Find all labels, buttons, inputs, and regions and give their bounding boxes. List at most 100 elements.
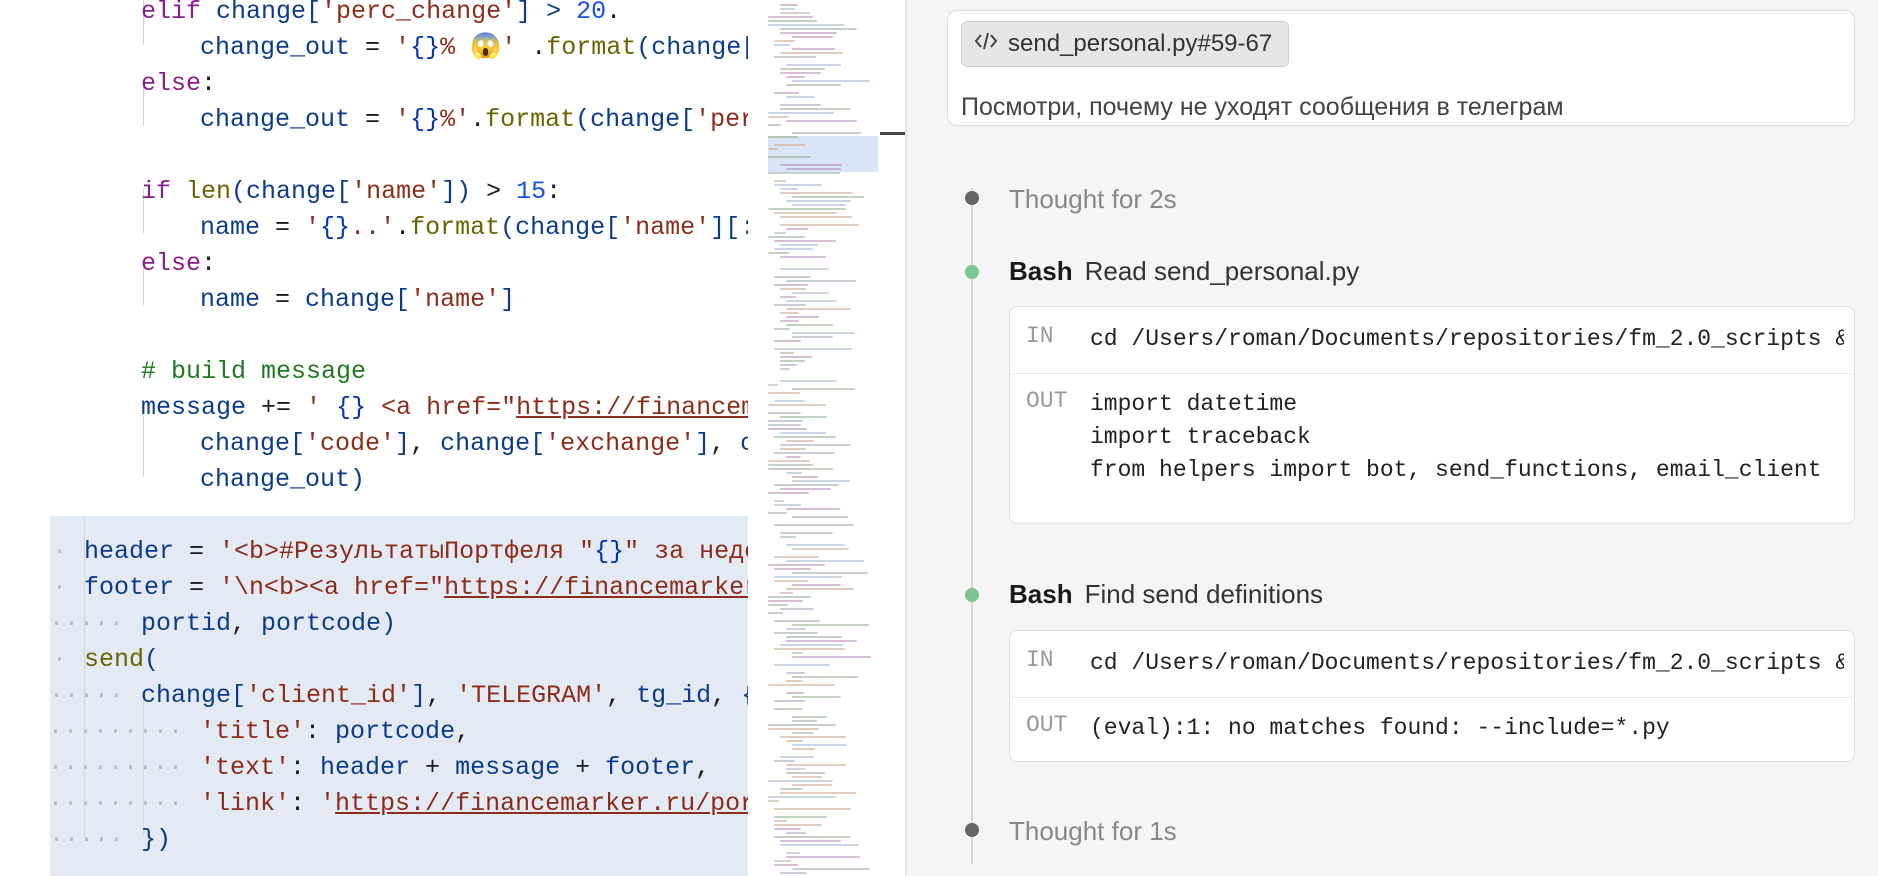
code-line[interactable]: change_out): [200, 462, 365, 498]
minimap-line: [780, 52, 844, 54]
tool-io-card: IN cd /Users/roman/Documents/repositorie…: [1009, 306, 1855, 524]
minimap-line: [786, 316, 820, 318]
code-token: format: [485, 105, 576, 134]
minimap-line: [768, 124, 781, 126]
scroll-position-marker: [880, 132, 906, 135]
minimap-line: [774, 400, 805, 402]
code-line[interactable]: # build message: [141, 354, 366, 390]
code-token: [: [605, 213, 621, 242]
code-line[interactable]: change['code'], change['exchange'], chan…: [200, 426, 760, 462]
code-token: :: [546, 177, 562, 206]
code-line[interactable]: · footer = '\n<b><a href="https://financ…: [52, 570, 760, 606]
code-token: }): [141, 825, 172, 854]
code-token: =: [350, 105, 396, 134]
minimap-line: [780, 32, 838, 34]
code-line[interactable]: ········· 'link': 'https://financemarker…: [48, 786, 760, 822]
code-line[interactable]: ········· 'text': header + message + foo…: [48, 750, 711, 786]
code-token: footer: [605, 753, 696, 782]
minimap-line: [780, 380, 837, 382]
code-line[interactable]: · send(: [52, 642, 159, 678]
minimap-line: [786, 440, 814, 442]
chat-panel: send_personal.py#59-67 Посмотри, почему …: [907, 0, 1878, 876]
code-line[interactable]: ····· change['client_id'], 'TELEGRAM', t…: [49, 678, 756, 714]
minimap-line: [768, 600, 804, 602]
minimap-line: [768, 156, 812, 158]
code-token: ,: [231, 609, 262, 638]
code-line[interactable]: change_out = '{}%'.format(change['perc_c: [200, 102, 760, 138]
code-line[interactable]: name = change['name']: [200, 282, 515, 318]
tool-description: Read send_personal.py: [1084, 256, 1360, 286]
code-token: https://financemarker.ru/portfo: [335, 789, 760, 818]
code-token: if: [141, 177, 187, 206]
code-token: len: [186, 177, 232, 206]
code-editor[interactable]: elif change['perc_change'] > 20. change_o…: [0, 0, 760, 876]
code-token: (: [575, 105, 591, 134]
thought-indicator[interactable]: Thought for 1s: [1009, 816, 1177, 847]
code-token: [: [290, 429, 306, 458]
code-token: :: [201, 249, 217, 278]
code-token: % 😱': [440, 33, 517, 62]
timeline-dot: [965, 823, 979, 837]
minimap-line: [774, 576, 842, 578]
code-line[interactable]: else:: [141, 66, 216, 102]
code-token: (: [500, 213, 516, 242]
minimap-line: [768, 252, 790, 254]
code-token: [: [231, 681, 247, 710]
minimap-line: [768, 208, 847, 210]
code-line[interactable]: elif change['perc_change'] > 20.: [141, 0, 621, 30]
whitespace-marker: ·: [51, 537, 82, 566]
code-line[interactable]: else:: [141, 246, 216, 282]
minimap-line: [768, 564, 826, 566]
minimap-line: [792, 516, 848, 518]
minimap-line: [774, 436, 836, 438]
minimap-line: [768, 20, 818, 22]
code-line[interactable]: if len(change['name']) > 15:: [141, 174, 561, 210]
minimap-line: [774, 568, 812, 570]
minimap-viewport[interactable]: [768, 136, 878, 172]
code-line[interactable]: · header = '<b>#РезультатыПортфеля "{}" …: [52, 534, 760, 570]
minimap[interactable]: [748, 0, 880, 876]
code-token: ': [306, 393, 337, 422]
minimap-line: [768, 780, 833, 782]
tool-output-text: import datetime import traceback from he…: [1090, 391, 1822, 483]
minimap-line: [786, 472, 802, 474]
code-line[interactable]: ········· 'title': portcode,: [48, 714, 470, 750]
minimap-line: [786, 772, 826, 774]
code-token: %': [440, 105, 471, 134]
file-reference-chip[interactable]: send_personal.py#59-67: [961, 21, 1290, 67]
thought-indicator[interactable]: Thought for 2s: [1009, 184, 1177, 215]
tool-call-header[interactable]: Bash Find send definitions: [1009, 579, 1323, 610]
code-token: 'text': [200, 753, 291, 782]
code-token: ,: [695, 753, 711, 782]
minimap-line: [780, 532, 833, 534]
code-token: 'perc_change': [321, 0, 517, 26]
minimap-line: [768, 468, 834, 470]
code-line[interactable]: ····· }): [49, 822, 172, 858]
minimap-line: [792, 476, 819, 478]
code-token: [: [395, 285, 411, 314]
minimap-line: [780, 72, 821, 74]
output-label: OUT: [1026, 712, 1068, 738]
code-token: # build message: [141, 357, 367, 386]
code-line[interactable]: ····· portid, portcode): [49, 606, 396, 642]
tool-input-command: cd /Users/roman/Documents/repositories/f…: [1090, 650, 1844, 676]
minimap-line: [792, 868, 870, 870]
code-line[interactable]: change_out = '{}% 😱' .format(change['per…: [200, 30, 760, 66]
code-token: [: [306, 0, 322, 26]
code-token: https://financemarke: [516, 393, 760, 422]
code-token: change: [216, 0, 307, 26]
code-token: ,: [410, 429, 441, 458]
code-token: change_out: [200, 465, 351, 494]
code-token: (: [231, 177, 247, 206]
minimap-line: [780, 360, 806, 362]
code-token: [: [336, 177, 352, 206]
minimap-line: [780, 216, 852, 218]
tool-call-header[interactable]: Bash Read send_personal.py: [1009, 256, 1359, 287]
code-line[interactable]: message += ' {} <a href="https://finance…: [141, 390, 760, 426]
code-token: ]: [500, 285, 516, 314]
minimap-line: [786, 544, 845, 546]
minimap-line: [786, 200, 852, 202]
code-line[interactable]: name = '{}..'.format(change['name'][:15: [200, 210, 760, 246]
tool-output-row: OUT (eval):1: no matches found: --includ…: [1010, 697, 1854, 761]
minimap-line: [774, 524, 854, 526]
